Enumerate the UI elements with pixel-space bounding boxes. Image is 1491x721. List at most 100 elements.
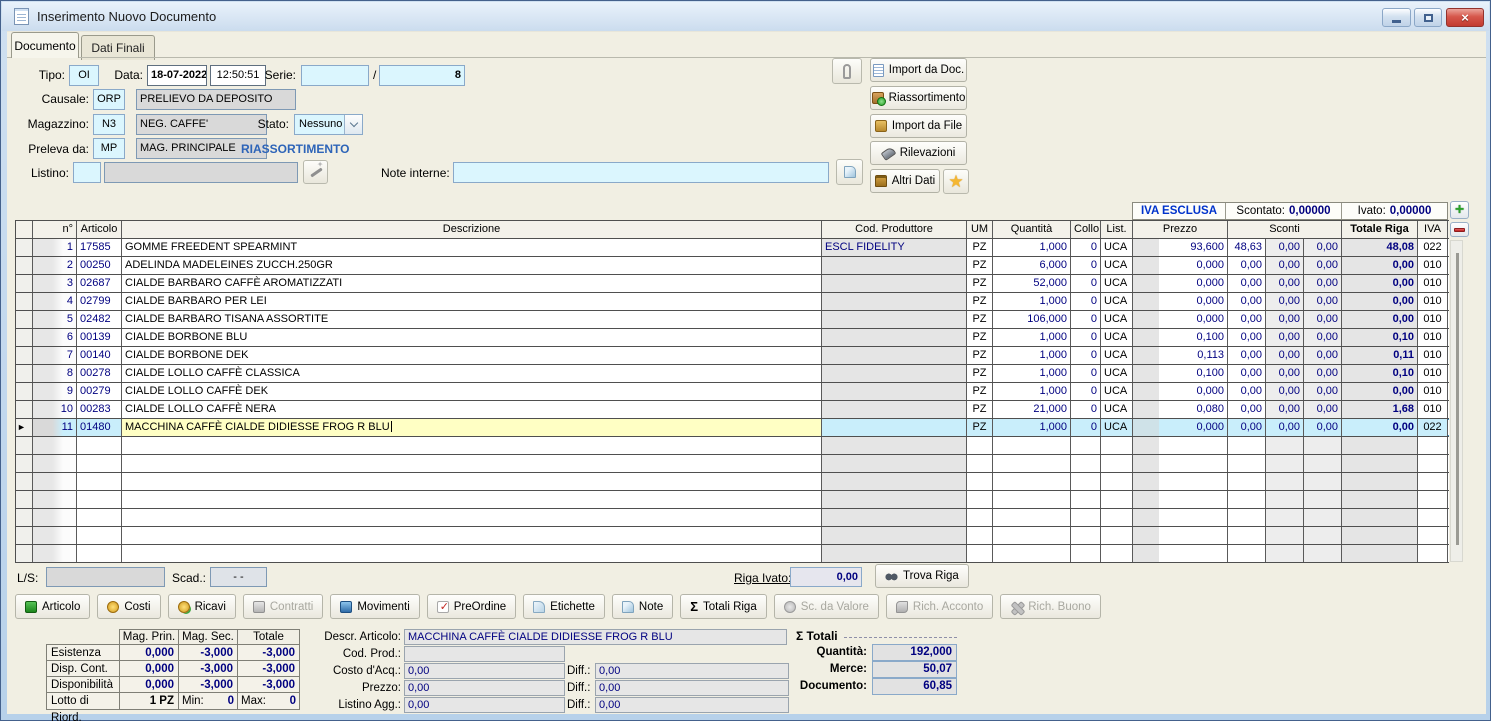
causale-field[interactable]: ORP xyxy=(93,89,125,110)
cell-collo[interactable]: 0 xyxy=(1071,347,1101,364)
cell-cod-produttore[interactable] xyxy=(822,419,967,436)
import-da-doc-button[interactable]: Import da Doc. xyxy=(870,58,967,82)
cell-iva[interactable]: 010 xyxy=(1418,275,1448,292)
row-selector[interactable] xyxy=(16,293,33,310)
row-selector[interactable] xyxy=(16,311,33,328)
cell-totale-riga[interactable]: 0,00 xyxy=(1342,257,1418,274)
header-cod-produttore[interactable]: Cod. Produttore xyxy=(822,221,967,238)
cell-iva[interactable]: 022 xyxy=(1418,239,1448,256)
scad-field[interactable]: - - xyxy=(210,567,267,587)
cell-iva[interactable]: 010 xyxy=(1418,329,1448,346)
serie-num-field[interactable]: 8 xyxy=(379,65,465,86)
cell-quantita[interactable]: 1,000 xyxy=(993,383,1071,400)
header-um[interactable]: UM xyxy=(967,221,993,238)
header-articolo[interactable]: Articolo xyxy=(77,221,122,238)
cell-sconto-1[interactable]: 0,00 xyxy=(1228,401,1266,418)
cell-collo[interactable]: 0 xyxy=(1071,311,1101,328)
grid-row[interactable]: 800278CIALDE LOLLO CAFFÈ CLASSICAPZ1,000… xyxy=(16,365,1449,383)
cell-sconto-3[interactable]: 0,00 xyxy=(1304,239,1342,256)
totali-riga-button[interactable]: ΣTotali Riga xyxy=(680,594,767,619)
cell-totale-riga[interactable]: 0,00 xyxy=(1342,419,1418,436)
cell-articolo[interactable]: 02687 xyxy=(77,275,122,292)
cell-descrizione[interactable]: CIALDE LOLLO CAFFÈ CLASSICA xyxy=(122,365,822,382)
cell-um[interactable]: PZ xyxy=(967,347,993,364)
cell-list[interactable]: UCA xyxy=(1101,419,1133,436)
header-totale-riga[interactable]: Totale Riga xyxy=(1342,221,1418,238)
cell-prezzo[interactable]: 0,100 xyxy=(1133,329,1228,346)
cell-quantita[interactable]: 1,000 xyxy=(993,419,1071,436)
cell-prezzo[interactable]: 0,100 xyxy=(1133,365,1228,382)
cell-um[interactable]: PZ xyxy=(967,383,993,400)
magazzino-field[interactable]: N3 xyxy=(93,114,125,135)
altri-dati-button[interactable]: Altri Dati xyxy=(870,169,940,193)
cell-cod-produttore[interactable] xyxy=(822,383,967,400)
grid-row[interactable]: 117585GOMME FREEDENT SPEARMINTESCL FIDEL… xyxy=(16,239,1449,257)
preferiti-button[interactable]: ★ xyxy=(943,169,969,194)
cell-sconto-1[interactable]: 0,00 xyxy=(1228,275,1266,292)
cell-collo[interactable]: 0 xyxy=(1071,239,1101,256)
row-selector[interactable] xyxy=(16,383,33,400)
cell-um[interactable]: PZ xyxy=(967,275,993,292)
cell-iva[interactable]: 010 xyxy=(1418,257,1448,274)
cell-list[interactable]: UCA xyxy=(1101,365,1133,382)
cell-sconto-3[interactable]: 0,00 xyxy=(1304,365,1342,382)
cell-articolo[interactable]: 00250 xyxy=(77,257,122,274)
header-sconti[interactable]: Sconti xyxy=(1228,221,1342,238)
cell-sconto-1[interactable]: 48,63 xyxy=(1228,239,1266,256)
grid-row[interactable]: 200250ADELINDA MADELEINES ZUCCH.250GR PZ6… xyxy=(16,257,1449,275)
preleva-da-field[interactable]: MP xyxy=(93,138,125,159)
cell-prezzo[interactable]: 0,000 xyxy=(1133,383,1228,400)
allegati-button[interactable] xyxy=(832,58,862,84)
header-list[interactable]: List. xyxy=(1101,221,1133,238)
import-da-file-button[interactable]: Import da File xyxy=(870,114,967,138)
cell-um[interactable]: PZ xyxy=(967,257,993,274)
grid-row[interactable]: 1000283CIALDE LOLLO CAFFÈ NERAPZ21,0000U… xyxy=(16,401,1449,419)
cell-sconto-2[interactable]: 0,00 xyxy=(1266,383,1304,400)
cell-sconto-3[interactable]: 0,00 xyxy=(1304,275,1342,292)
cell-descrizione[interactable]: CIALDE BORBONE BLU xyxy=(122,329,822,346)
cell-quantita[interactable]: 52,000 xyxy=(993,275,1071,292)
listino-field[interactable] xyxy=(73,162,101,183)
cell-um[interactable]: PZ xyxy=(967,365,993,382)
note-popup-button[interactable] xyxy=(836,159,863,185)
cell-sconto-3[interactable]: 0,00 xyxy=(1304,401,1342,418)
cell-cod-produttore[interactable]: ESCL FIDELITY xyxy=(822,239,967,256)
cell-cod-produttore[interactable] xyxy=(822,347,967,364)
grid-row[interactable]: 700140CIALDE BORBONE DEKPZ1,0000UCA0,113… xyxy=(16,347,1449,365)
cell-quantita[interactable]: 6,000 xyxy=(993,257,1071,274)
cell-list[interactable]: UCA xyxy=(1101,329,1133,346)
cell-sconto-3[interactable]: 0,00 xyxy=(1304,329,1342,346)
serie-field[interactable] xyxy=(301,65,369,86)
cell-sconto-2[interactable]: 0,00 xyxy=(1266,347,1304,364)
cell-numero[interactable]: 2 xyxy=(33,257,77,274)
cell-um[interactable]: PZ xyxy=(967,311,993,328)
add-row-button[interactable]: + xyxy=(1450,201,1469,219)
cell-collo[interactable]: 0 xyxy=(1071,293,1101,310)
cell-sconto-2[interactable]: 0,00 xyxy=(1266,293,1304,310)
row-selector[interactable] xyxy=(16,275,33,292)
grid-row[interactable]: 900279CIALDE LOLLO CAFFÈ DEKPZ1,0000UCA0… xyxy=(16,383,1449,401)
cell-numero[interactable]: 1 xyxy=(33,239,77,256)
cell-prezzo[interactable]: 93,600 xyxy=(1133,239,1228,256)
grid-row[interactable]: 600139CIALDE BORBONE BLUPZ1,0000UCA0,100… xyxy=(16,329,1449,347)
grid-scrollbar[interactable] xyxy=(1450,240,1463,562)
cell-um[interactable]: PZ xyxy=(967,239,993,256)
cell-quantita[interactable]: 1,000 xyxy=(993,347,1071,364)
cell-descrizione[interactable]: ADELINDA MADELEINES ZUCCH.250GR xyxy=(122,257,822,274)
cell-collo[interactable]: 0 xyxy=(1071,257,1101,274)
note-button[interactable]: Note xyxy=(612,594,673,619)
cell-iva[interactable]: 010 xyxy=(1418,383,1448,400)
cell-numero[interactable]: 3 xyxy=(33,275,77,292)
cell-descrizione[interactable]: CIALDE BARBARO TISANA ASSORTITE xyxy=(122,311,822,328)
cell-iva[interactable]: 010 xyxy=(1418,401,1448,418)
cell-articolo[interactable]: 00278 xyxy=(77,365,122,382)
cell-prezzo[interactable]: 0,080 xyxy=(1133,401,1228,418)
stato-select[interactable]: Nessuno xyxy=(294,114,363,135)
cell-prezzo[interactable]: 0,000 xyxy=(1133,275,1228,292)
delete-row-button[interactable] xyxy=(1450,222,1469,237)
cell-sconto-1[interactable]: 0,00 xyxy=(1228,293,1266,310)
cell-sconto-1[interactable]: 0,00 xyxy=(1228,347,1266,364)
cell-list[interactable]: UCA xyxy=(1101,347,1133,364)
row-selector[interactable] xyxy=(16,329,33,346)
riassortimento-button[interactable]: Riassortimento xyxy=(870,86,967,110)
